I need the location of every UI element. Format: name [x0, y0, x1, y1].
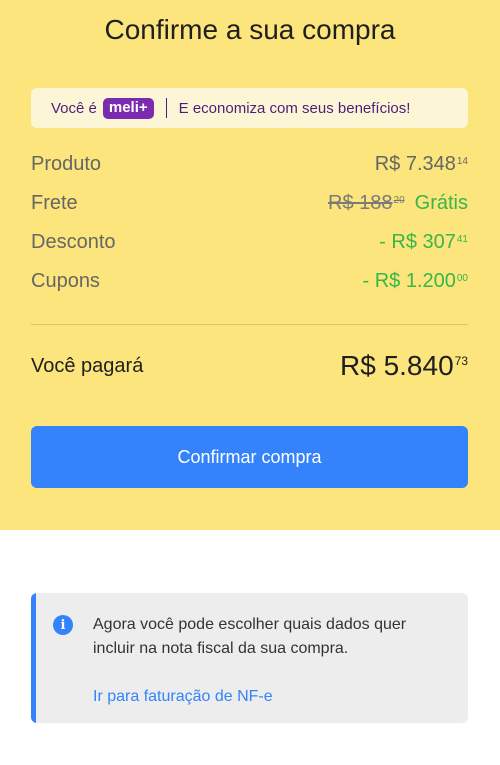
- coupons-amount: - R$ 1.200 00: [362, 270, 468, 293]
- meli-banner-prefix: Você é: [51, 99, 97, 117]
- info-message: Agora você pode escolher quais dados que…: [93, 616, 407, 657]
- page-title: Confirme a sua compra: [104, 14, 396, 45]
- summary-divider: [31, 324, 468, 325]
- total-amount: R$ 5.840 73: [340, 350, 468, 382]
- total-label: Você pagará: [31, 354, 144, 377]
- shipping-original-value: R$ 188: [328, 192, 393, 214]
- discount-row: Desconto - R$ 307 41: [31, 223, 468, 262]
- discount-amount: - R$ 307 41: [379, 231, 468, 254]
- info-icon: i: [53, 615, 73, 635]
- shipping-label: Frete: [31, 192, 78, 214]
- meli-banner-divider: [165, 98, 167, 118]
- meli-plus-badge: meli+: [102, 97, 154, 119]
- product-row: Produto R$ 7.348 14: [31, 145, 468, 184]
- price-breakdown: Produto R$ 7.348 14 Frete R$ 188 20 Grát…: [31, 145, 468, 301]
- shipping-row: Frete R$ 188 20 Grátis: [31, 184, 468, 223]
- shipping-amount: R$ 188 20 Grátis: [328, 192, 468, 215]
- shipping-original-price: R$ 188 20: [328, 192, 405, 215]
- product-amount-cents: 14: [456, 156, 468, 167]
- discount-label: Desconto: [31, 231, 116, 253]
- meli-plus-banner: Você é meli+ E economiza com seus benefí…: [31, 88, 468, 128]
- discount-amount-cents: 41: [456, 234, 468, 245]
- product-label: Produto: [31, 153, 102, 175]
- coupons-label: Cupons: [31, 270, 100, 292]
- meli-banner-message: E economiza com seus benefícios!: [178, 99, 411, 117]
- discount-amount-value: - R$ 307: [379, 231, 456, 253]
- product-amount: R$ 7.348 14: [375, 153, 468, 176]
- checkout-summary-panel: Confirme a sua compra Você é meli+ E eco…: [0, 0, 500, 530]
- shipping-free-label: Grátis: [414, 192, 468, 214]
- nfe-billing-link[interactable]: Ir para faturação de NF-e: [93, 688, 273, 706]
- coupons-row: Cupons - R$ 1.200 00: [31, 262, 468, 301]
- coupons-amount-value: - R$ 1.200: [362, 270, 456, 292]
- total-row: Você pagará R$ 5.840 73: [31, 350, 468, 382]
- total-amount-value: R$ 5.840: [340, 350, 454, 381]
- product-amount-value: R$ 7.348: [374, 153, 456, 175]
- coupons-amount-cents: 00: [456, 273, 468, 284]
- nfe-info-card: i Agora você pode escolher quais dados q…: [31, 593, 468, 723]
- info-accent-bar: [31, 593, 36, 723]
- shipping-original-cents: 20: [393, 195, 405, 206]
- confirm-purchase-button[interactable]: Confirmar compra: [31, 426, 468, 488]
- total-amount-cents: 73: [454, 354, 468, 368]
